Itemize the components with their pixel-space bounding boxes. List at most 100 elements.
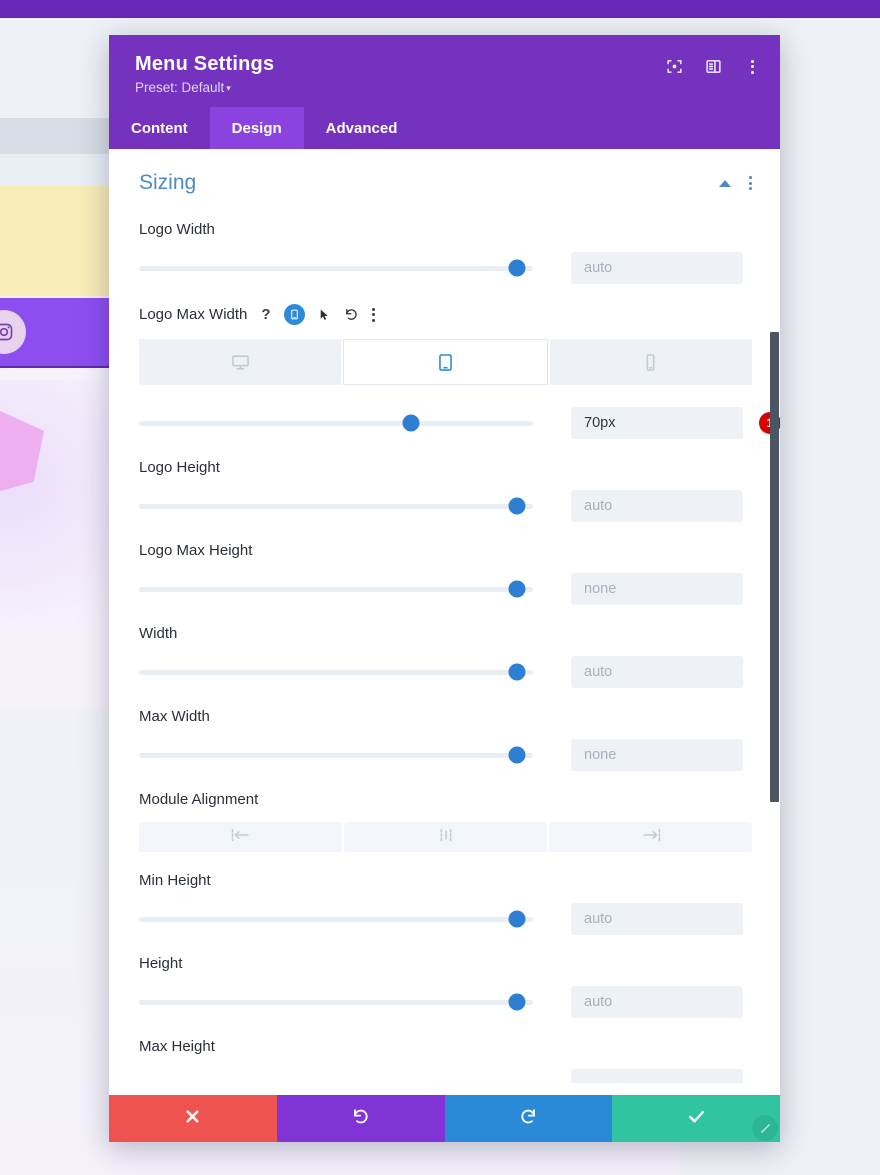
align-center-button[interactable]	[344, 822, 547, 852]
undo-icon	[351, 1107, 370, 1131]
field-label-text: Logo Max Width	[139, 306, 248, 323]
background-strip-gray-lower	[0, 154, 112, 186]
preset-selector[interactable]: Preset: Default ▾	[135, 80, 756, 95]
device-toggle-group	[139, 339, 752, 385]
slider-thumb[interactable]	[508, 497, 526, 515]
logo-height-input[interactable]: auto	[571, 490, 743, 522]
field-label: Max Width	[139, 708, 752, 725]
logo-max-height-input[interactable]: none	[571, 573, 743, 605]
slider-thumb[interactable]	[508, 580, 526, 598]
field-label-text: Module Alignment	[139, 791, 259, 808]
field-label-text: Min Height	[139, 872, 211, 889]
slider-thumb[interactable]	[508, 746, 526, 764]
min-height-input[interactable]: auto	[571, 903, 743, 935]
cancel-button[interactable]	[109, 1095, 277, 1142]
slider-thumb[interactable]	[508, 910, 526, 928]
field-label: Max Height	[139, 1038, 752, 1055]
slider-track	[139, 420, 533, 426]
field-max-width: Max Width none	[139, 708, 752, 771]
width-input[interactable]: auto	[571, 656, 743, 688]
field-label: Width	[139, 625, 752, 642]
field-label: Logo Max Width ?	[139, 304, 752, 325]
chevron-down-icon: ▾	[226, 82, 231, 93]
align-left-icon	[231, 828, 251, 847]
field-logo-max-height: Logo Max Height none	[139, 542, 752, 605]
slider-thumb[interactable]	[508, 259, 526, 277]
kebab-menu-icon[interactable]	[743, 57, 762, 76]
preset-label: Preset: Default	[135, 80, 225, 95]
field-label: Logo Width	[139, 221, 752, 238]
responsive-tablet-icon[interactable]	[283, 304, 305, 325]
alignment-button-group	[139, 822, 752, 852]
field-label: Logo Height	[139, 459, 752, 476]
checkmark-icon	[687, 1107, 706, 1131]
align-left-button[interactable]	[139, 822, 342, 852]
help-icon[interactable]: ?	[261, 306, 270, 323]
undo-reset-icon[interactable]	[344, 307, 359, 322]
width-slider[interactable]	[139, 663, 533, 681]
logo-max-width-value: 70px	[584, 415, 616, 431]
focus-target-icon[interactable]	[665, 57, 684, 76]
field-logo-max-width: Logo Max Width ? 70px	[139, 304, 780, 439]
tab-design[interactable]: Design	[209, 107, 304, 149]
align-right-button[interactable]	[549, 822, 752, 852]
logo-height-slider[interactable]	[139, 497, 533, 515]
max-height-input[interactable]	[571, 1069, 743, 1083]
field-max-height: Max Height	[139, 1038, 752, 1083]
field-label-text: Max Height	[139, 1038, 215, 1055]
field-label: Min Height	[139, 872, 752, 889]
modal-tabs: Content Design Advanced	[109, 107, 780, 149]
menu-settings-modal: Menu Settings Preset: Default ▾ Content …	[109, 35, 780, 1142]
logo-max-width-slider[interactable]	[139, 414, 533, 432]
vertical-scrollbar[interactable]	[770, 332, 779, 802]
field-label-text: Logo Width	[139, 221, 215, 238]
chevron-up-icon[interactable]	[719, 179, 731, 187]
field-label: Height	[139, 955, 752, 972]
field-min-height: Min Height auto	[139, 872, 752, 935]
field-label-text: Width	[139, 625, 178, 642]
resize-grip-icon[interactable]	[752, 1115, 778, 1141]
slider-track	[139, 669, 533, 675]
redo-icon	[519, 1107, 538, 1131]
max-width-slider[interactable]	[139, 746, 533, 764]
layout-panel-icon[interactable]	[704, 57, 723, 76]
close-x-icon	[183, 1107, 202, 1131]
tab-content[interactable]: Content	[109, 107, 210, 149]
kebab-menu-icon[interactable]	[371, 307, 375, 322]
logo-max-height-slider[interactable]	[139, 580, 533, 598]
height-slider[interactable]	[139, 993, 533, 1011]
tablet-icon	[436, 353, 455, 372]
tab-advanced[interactable]: Advanced	[304, 107, 420, 149]
kebab-menu-icon[interactable]	[749, 176, 752, 190]
device-tab-phone[interactable]	[549, 339, 752, 385]
slider-track	[139, 586, 533, 592]
slider-thumb[interactable]	[508, 993, 526, 1011]
device-tab-tablet[interactable]	[343, 339, 548, 385]
logo-width-input[interactable]: auto	[571, 252, 743, 284]
max-width-input[interactable]: none	[571, 739, 743, 771]
redo-button[interactable]	[444, 1095, 613, 1142]
device-tab-desktop[interactable]	[139, 339, 342, 385]
modal-footer	[109, 1095, 780, 1142]
field-label: Logo Max Height	[139, 542, 752, 559]
field-label-tools: ?	[261, 304, 375, 325]
field-label-text: Height	[139, 955, 183, 972]
background-strip-cream	[0, 186, 112, 296]
field-label-text: Max Width	[139, 708, 210, 725]
slider-thumb[interactable]	[402, 414, 420, 432]
min-height-slider[interactable]	[139, 910, 533, 928]
logo-width-slider[interactable]	[139, 259, 533, 277]
height-input[interactable]: auto	[571, 986, 743, 1018]
header-actions	[665, 57, 762, 76]
section-title: Sizing	[139, 171, 197, 194]
scrollbar-track[interactable]	[769, 149, 780, 1095]
cursor-hover-icon[interactable]	[318, 308, 331, 322]
field-logo-width: Logo Width auto	[139, 221, 752, 284]
field-module-alignment: Module Alignment	[139, 791, 752, 852]
align-right-icon	[641, 828, 661, 847]
undo-button[interactable]	[276, 1095, 445, 1142]
slider-thumb[interactable]	[508, 663, 526, 681]
logo-max-width-input[interactable]: 70px 1	[571, 407, 780, 439]
field-label-text: Logo Max Height	[139, 542, 253, 559]
field-label-text: Logo Height	[139, 459, 220, 476]
